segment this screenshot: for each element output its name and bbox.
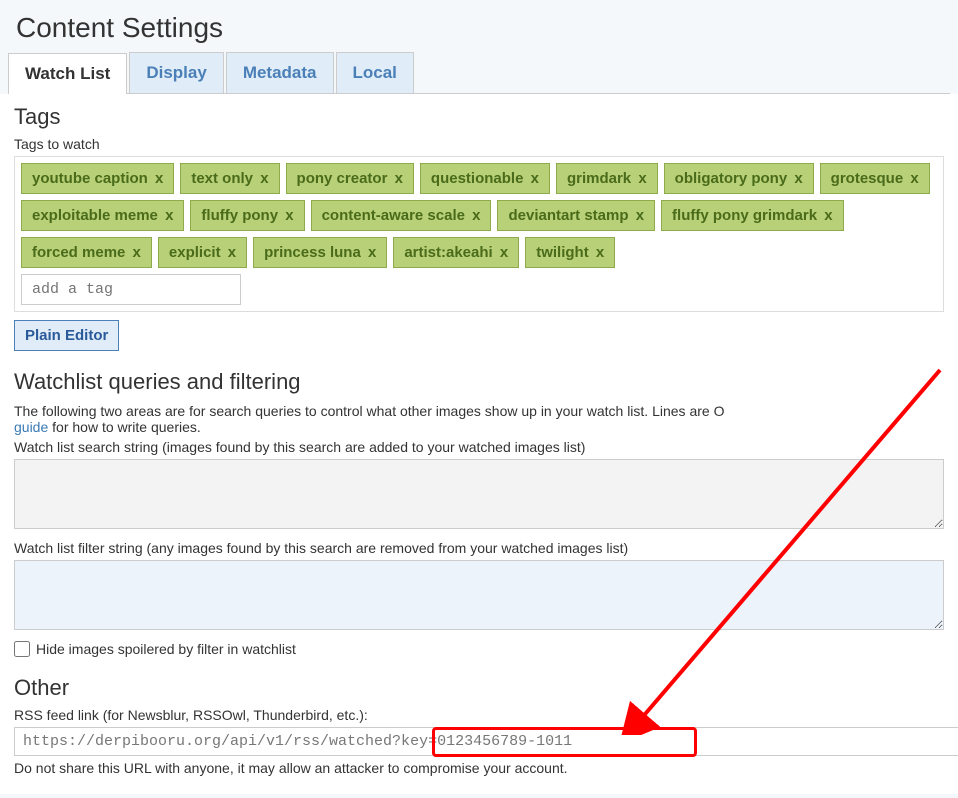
- search-string-label: Watch list search string (images found b…: [14, 439, 944, 455]
- tag-chip[interactable]: questionable x: [420, 163, 550, 194]
- queries-heading: Watchlist queries and filtering: [14, 359, 944, 399]
- plain-editor-button[interactable]: Plain Editor: [14, 320, 119, 351]
- remove-tag-icon[interactable]: x: [368, 244, 376, 261]
- tags-heading: Tags: [14, 94, 944, 134]
- remove-tag-icon[interactable]: x: [285, 207, 293, 224]
- remove-tag-icon[interactable]: x: [472, 207, 480, 224]
- tag-chip[interactable]: forced meme x: [21, 237, 152, 268]
- tag-chip[interactable]: princess luna x: [253, 237, 387, 268]
- tag-chip[interactable]: fluffy pony x: [190, 200, 304, 231]
- remove-tag-icon[interactable]: x: [910, 170, 918, 187]
- remove-tag-icon[interactable]: x: [794, 170, 802, 187]
- remove-tag-icon[interactable]: x: [155, 170, 163, 187]
- remove-tag-icon[interactable]: x: [636, 207, 644, 224]
- tab-content: Tags Tags to watch youtube caption xtext…: [0, 94, 958, 794]
- tags-to-watch-label: Tags to watch: [14, 136, 944, 152]
- tag-chip[interactable]: obligatory pony x: [664, 163, 814, 194]
- filter-string-label: Watch list filter string (any images fou…: [14, 540, 944, 556]
- other-heading: Other: [14, 665, 944, 705]
- tag-chip[interactable]: exploitable meme x: [21, 200, 184, 231]
- hide-spoilered-checkbox[interactable]: [14, 641, 30, 657]
- desc-suffix: for how to write queries.: [48, 419, 201, 435]
- remove-tag-icon[interactable]: x: [260, 170, 268, 187]
- guide-link[interactable]: guide: [14, 419, 48, 435]
- remove-tag-icon[interactable]: x: [596, 244, 604, 261]
- remove-tag-icon[interactable]: x: [165, 207, 173, 224]
- tab-watch-list[interactable]: Watch List: [8, 53, 127, 94]
- add-tag-input[interactable]: [21, 274, 241, 305]
- rss-feed-input[interactable]: [14, 727, 958, 756]
- tag-editor-area: youtube caption xtext only xpony creator…: [14, 156, 944, 312]
- remove-tag-icon[interactable]: x: [395, 170, 403, 187]
- rss-warning: Do not share this URL with anyone, it ma…: [14, 760, 944, 776]
- queries-description: The following two areas are for search q…: [14, 403, 944, 435]
- tag-chip[interactable]: fluffy pony grimdark x: [661, 200, 844, 231]
- tag-chip[interactable]: deviantart stamp x: [497, 200, 655, 231]
- watch-filter-string-input[interactable]: [14, 560, 944, 630]
- hide-spoilered-row: Hide images spoilered by filter in watch…: [14, 641, 944, 657]
- watch-search-string-input[interactable]: [14, 459, 944, 529]
- tag-chip[interactable]: explicit x: [158, 237, 247, 268]
- rss-label: RSS feed link (for Newsblur, RSSOwl, Thu…: [14, 707, 944, 723]
- page-title: Content Settings: [0, 0, 958, 52]
- hide-spoilered-label: Hide images spoilered by filter in watch…: [36, 641, 296, 657]
- remove-tag-icon[interactable]: x: [531, 170, 539, 187]
- tag-chip[interactable]: grimdark x: [556, 163, 658, 194]
- tag-chip[interactable]: pony creator x: [286, 163, 414, 194]
- tag-chip[interactable]: grotesque x: [820, 163, 930, 194]
- remove-tag-icon[interactable]: x: [228, 244, 236, 261]
- tag-chip[interactable]: twilight x: [525, 237, 615, 268]
- tag-chip[interactable]: content-aware scale x: [311, 200, 492, 231]
- tabs-bar: Watch List Display Metadata Local: [8, 52, 950, 94]
- remove-tag-icon[interactable]: x: [638, 170, 646, 187]
- tab-metadata[interactable]: Metadata: [226, 52, 334, 93]
- remove-tag-icon[interactable]: x: [824, 207, 832, 224]
- tag-chip[interactable]: text only x: [180, 163, 279, 194]
- tab-local[interactable]: Local: [336, 52, 414, 93]
- remove-tag-icon[interactable]: x: [133, 244, 141, 261]
- tab-display[interactable]: Display: [129, 52, 223, 93]
- tag-chip[interactable]: artist:akeahi x: [393, 237, 519, 268]
- remove-tag-icon[interactable]: x: [500, 244, 508, 261]
- desc-prefix: The following two areas are for search q…: [14, 403, 724, 419]
- tag-chip[interactable]: youtube caption x: [21, 163, 174, 194]
